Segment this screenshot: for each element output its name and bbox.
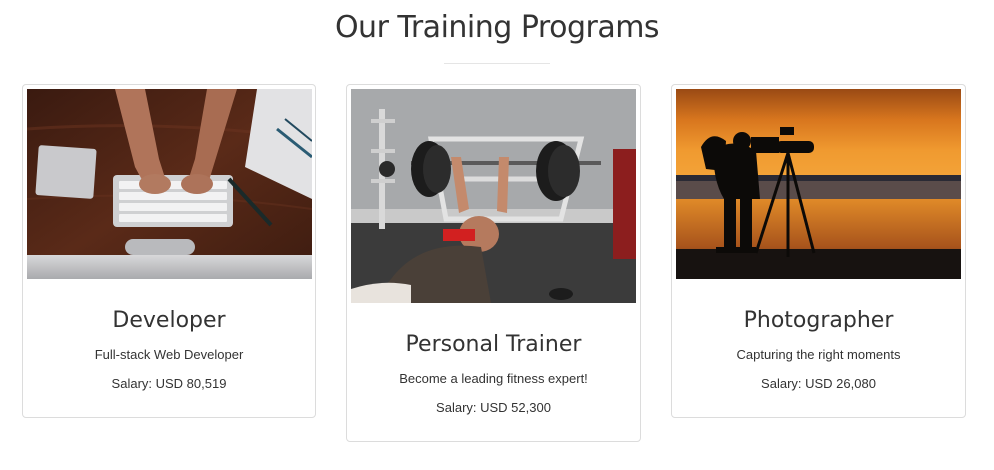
card-title: Developer xyxy=(112,308,226,333)
program-card-photographer[interactable]: Photographer Capturing the right moments… xyxy=(671,84,966,418)
program-card-personal-trainer[interactable]: Personal Trainer Become a leading fitnes… xyxy=(346,84,641,442)
card-salary: Salary: USD 80,519 xyxy=(111,376,227,391)
photographer-image xyxy=(676,89,961,279)
card-subtitle: Full-stack Web Developer xyxy=(94,347,244,362)
developer-image xyxy=(27,89,312,279)
title-divider xyxy=(444,63,550,64)
card-title: Photographer xyxy=(743,308,894,333)
card-subtitle: Become a leading fitness expert! xyxy=(399,371,588,386)
card-title: Personal Trainer xyxy=(405,332,582,357)
card-salary: Salary: USD 52,300 xyxy=(436,400,551,415)
program-card-developer[interactable]: Developer Full-stack Web Developer Salar… xyxy=(22,84,316,418)
card-subtitle: Capturing the right moments xyxy=(736,347,901,362)
personal-trainer-image xyxy=(351,89,636,303)
section-title: Our Training Programs xyxy=(334,10,660,45)
card-salary: Salary: USD 26,080 xyxy=(761,376,876,391)
